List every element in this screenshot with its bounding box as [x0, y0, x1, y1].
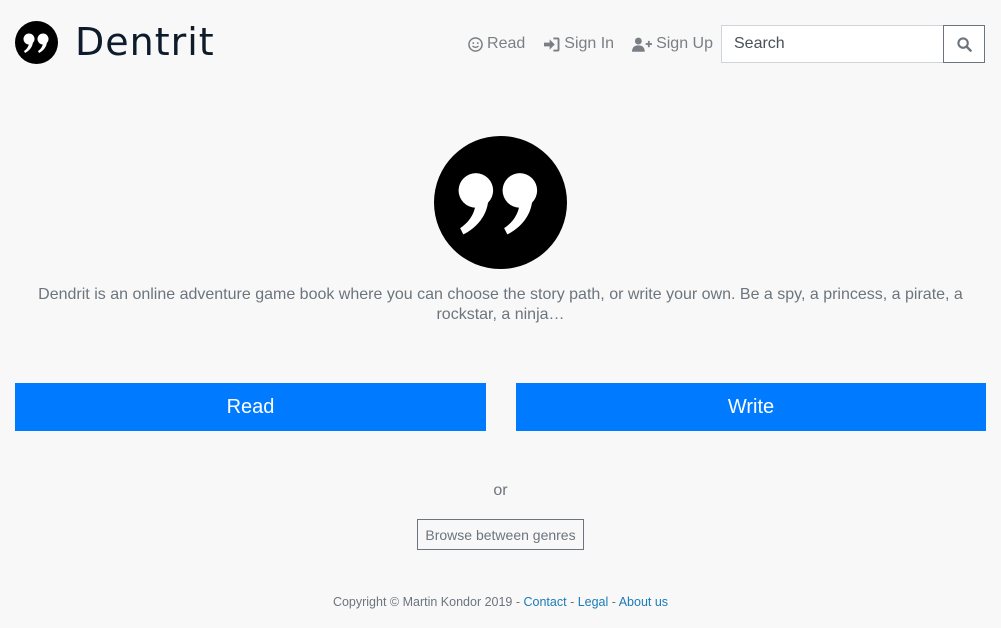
search-input[interactable] — [721, 25, 943, 63]
top-nav: Read Sign In Sign Up — [468, 25, 985, 63]
footer-separator: - — [512, 595, 524, 609]
footer-contact-link[interactable]: Contact — [524, 595, 567, 609]
brand-logo-link[interactable]: Dentrit — [15, 21, 215, 64]
quote-icon — [434, 136, 567, 269]
brand-name: Dentrit — [75, 20, 215, 64]
page: Dentrit Read Sign In Sign Up Search Dend… — [0, 0, 1001, 628]
nav-read-label: Read — [487, 35, 526, 52]
write-button[interactable]: Write — [516, 383, 986, 431]
quote-icon — [15, 21, 58, 64]
footer-copyright: Copyright © Martin Kondor 2019 — [332, 595, 513, 609]
nav-signup-label: Sign Up — [656, 35, 713, 52]
or-separator: or — [493, 482, 508, 499]
footer-legal-link[interactable]: Legal — [578, 595, 609, 609]
nav-read-link[interactable]: Read — [468, 35, 525, 53]
user-plus-icon — [632, 37, 653, 52]
smile-icon — [468, 36, 483, 52]
tagline: Dendrit is an online adventure game book… — [38, 286, 963, 323]
browse-genres-button[interactable]: Browse between genres — [417, 519, 584, 550]
sign-in-icon — [544, 36, 560, 52]
footer: Copyright © Martin Kondor 2019 - Contact… — [0, 595, 1001, 609]
nav-signin-link[interactable]: Sign In — [543, 35, 614, 53]
nav-signup-link[interactable]: Sign Up — [632, 35, 713, 53]
search-icon — [956, 36, 972, 52]
footer-separator: - — [608, 595, 619, 609]
read-button[interactable]: Read — [15, 383, 486, 431]
search-button[interactable] — [943, 25, 985, 63]
footer-about-link[interactable]: About us — [619, 595, 668, 609]
nav-signin-label: Sign In — [564, 35, 615, 52]
footer-separator: - — [566, 595, 578, 609]
